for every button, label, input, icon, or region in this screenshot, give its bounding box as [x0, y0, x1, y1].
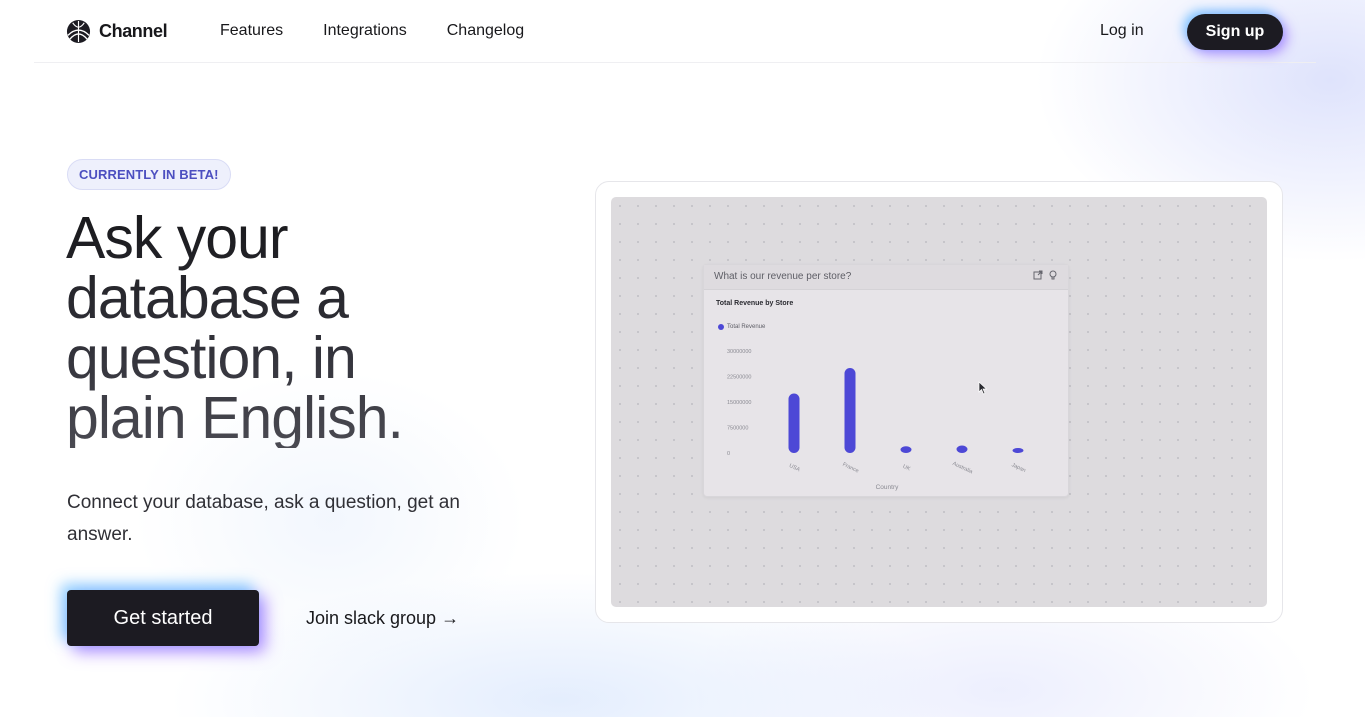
x-axis-title: Country [876, 484, 900, 491]
signup-button[interactable]: Sign up [1187, 14, 1283, 50]
x-tick-label: USA [788, 463, 801, 473]
beta-badge: CURRENTLY IN BETA! [67, 159, 231, 190]
join-slack-link[interactable]: Join slack group → [306, 608, 459, 629]
y-tick-label: 15000000 [727, 400, 751, 406]
login-link[interactable]: Log in [1100, 22, 1144, 40]
nav-link-features[interactable]: Features [220, 22, 283, 40]
get-started-button[interactable]: Get started [67, 590, 259, 646]
x-tick-label: Australia [951, 461, 974, 476]
chart-card: What is our revenue per store? Total Rev… [703, 264, 1069, 497]
product-preview-frame: What is our revenue per store? Total Rev… [595, 181, 1283, 623]
chart-bar [788, 393, 800, 453]
y-tick-label: 30000000 [727, 349, 751, 355]
x-tick-label: UK [902, 464, 912, 473]
nav-link-integrations[interactable]: Integrations [323, 22, 407, 40]
x-tick-label: Japan [1010, 462, 1026, 474]
mouse-cursor-icon [978, 381, 988, 395]
x-tick-label: France [841, 462, 859, 475]
revenue-bar-chart: 30000000 22500000 15000000 7500000 0 USA Franc… [727, 349, 1026, 491]
y-tick-label: 7500000 [727, 426, 748, 432]
brand-logo[interactable]: Channel [66, 19, 168, 44]
nav-links: Features Integrations Changelog [220, 22, 524, 40]
channel-logo-icon [66, 19, 91, 44]
chart-bar [1012, 448, 1024, 453]
hero-subtext: Connect your database, ask a question, g… [67, 492, 460, 545]
chart-bar [956, 445, 968, 453]
brand-name: Channel [99, 21, 168, 41]
top-navigation: Channel Features Integrations Changelog … [34, 0, 1316, 63]
y-tick-label: 0 [727, 451, 730, 457]
preview-screen: What is our revenue per store? Total Rev… [611, 197, 1267, 607]
chart-bar [844, 368, 856, 453]
y-tick-label: 22500000 [727, 375, 751, 381]
nav-link-changelog[interactable]: Changelog [447, 22, 524, 40]
chart-bar [900, 446, 912, 453]
hero-headline: Ask your database a question, in plain E… [66, 208, 486, 448]
